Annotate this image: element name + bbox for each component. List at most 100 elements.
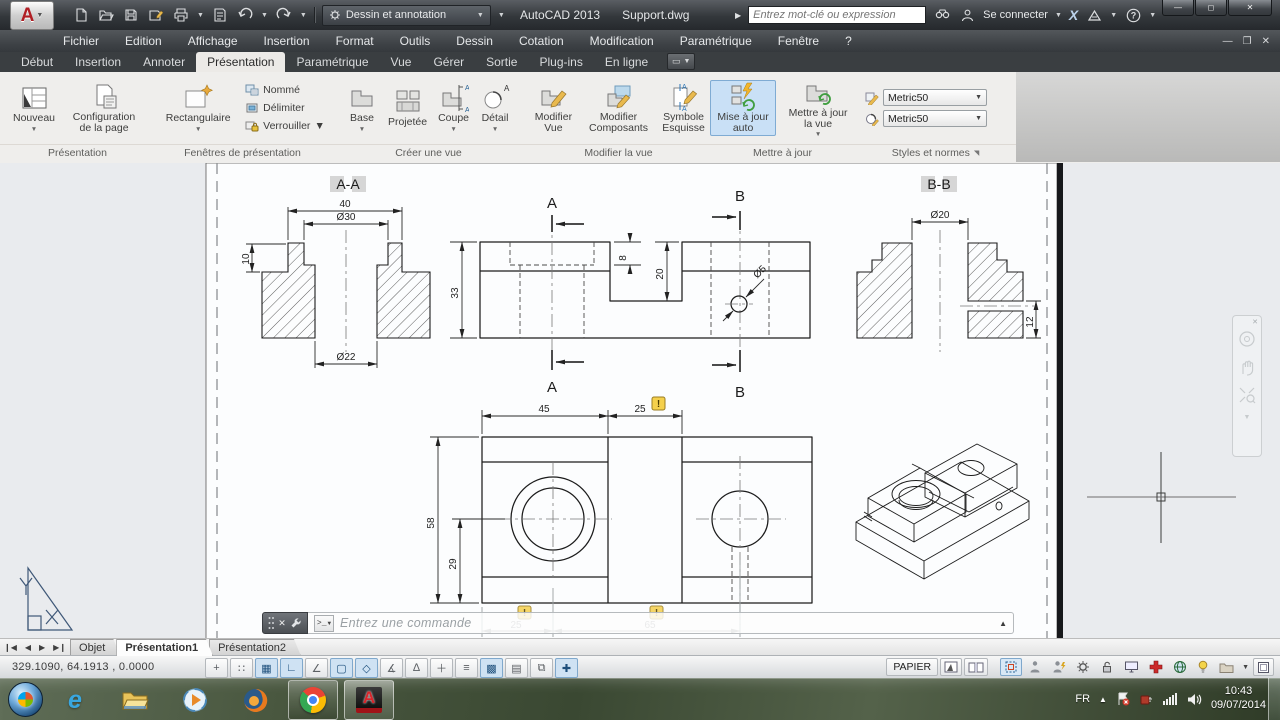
auto-update-button[interactable]: Mise à jour auto xyxy=(710,80,776,137)
start-button[interactable] xyxy=(8,682,43,717)
doc-minimize-button[interactable]: — xyxy=(1223,36,1233,47)
status-menu-icon[interactable]: ▼ xyxy=(1240,664,1251,671)
annotation-autoscale-button[interactable] xyxy=(1048,658,1070,676)
doc-close-button[interactable]: ✕ xyxy=(1262,36,1270,47)
tab-layout1[interactable]: Présentation1 xyxy=(116,639,213,656)
last-layout-icon[interactable]: ▶❙ xyxy=(49,639,70,656)
communication-center-button[interactable] xyxy=(1169,658,1191,676)
otrack-toggle[interactable]: ∡ xyxy=(380,658,403,678)
workspace-switch-button[interactable] xyxy=(1072,658,1094,676)
navigation-bar[interactable]: ✕ ▼ xyxy=(1232,315,1262,457)
chevron-down-icon[interactable]: ▼ xyxy=(197,12,204,19)
chevron-down-icon[interactable]: ▼ xyxy=(1110,12,1117,19)
menu-parametrique[interactable]: Paramétrique xyxy=(667,30,765,52)
prev-layout-icon[interactable]: ◀ xyxy=(21,639,35,656)
osnap-3d-toggle[interactable]: ◇ xyxy=(355,658,378,678)
chevron-down-icon[interactable]: ▼ xyxy=(261,12,268,19)
steering-wheel-icon[interactable] xyxy=(1238,330,1256,348)
qat-overflow-icon[interactable]: ▼ xyxy=(498,12,505,19)
toolbar-lock-button[interactable] xyxy=(1096,658,1118,676)
command-bar-grip[interactable]: ✕ xyxy=(262,612,308,634)
search-icon[interactable] xyxy=(933,6,951,24)
first-layout-icon[interactable]: ❙◀ xyxy=(0,639,21,656)
page-setup-button[interactable]: Configuration de la page xyxy=(63,80,145,137)
polar-toggle[interactable]: ∠ xyxy=(305,658,328,678)
workspace-selector[interactable]: Dessin et annotation ▼ xyxy=(322,5,491,26)
edit-view-button[interactable]: Modifier Vue xyxy=(527,80,580,137)
annotation-visibility-button[interactable] xyxy=(1024,658,1046,676)
view-style-icon[interactable] xyxy=(865,112,879,126)
quick-properties-toggle[interactable]: ▤ xyxy=(505,658,528,678)
show-hidden-icons[interactable]: ▲ xyxy=(1099,695,1107,704)
plot-button[interactable] xyxy=(172,6,190,24)
help-icon[interactable]: ? xyxy=(1124,6,1142,24)
section-view-button[interactable]: AA Coupe▼ xyxy=(435,81,472,134)
drawing-canvas[interactable]: .ol{stroke:#1c1c1c;stroke-width:1.25;fil… xyxy=(0,163,1280,638)
taskbar-firefox[interactable] xyxy=(240,685,270,715)
dynamic-input-toggle[interactable]: ＋ xyxy=(430,658,453,678)
menu-modification[interactable]: Modification xyxy=(577,30,667,52)
symbol-sketch-button[interactable]: AA Symbole Esquisse xyxy=(657,80,710,137)
taskbar-internet-explorer[interactable]: e xyxy=(60,685,90,715)
tab-parametrique[interactable]: Paramétrique xyxy=(285,52,379,72)
tab-plugins[interactable]: Plug-ins xyxy=(528,52,593,72)
base-view-button[interactable]: Base▼ xyxy=(344,81,380,134)
ortho-toggle[interactable]: ∟ xyxy=(280,658,303,678)
lineweight-toggle[interactable]: ≡ xyxy=(455,658,478,678)
pan-hand-icon[interactable] xyxy=(1238,358,1256,376)
projected-view-button[interactable]: Projetée xyxy=(385,85,430,130)
menu-cotation[interactable]: Cotation xyxy=(506,30,577,52)
panel-expand-icon[interactable]: ◥ xyxy=(974,149,979,157)
clip-viewport-button[interactable]: Délimiter xyxy=(243,100,327,117)
print-preview-button[interactable] xyxy=(211,6,229,24)
selection-cycling-toggle[interactable]: ⧉ xyxy=(530,658,553,678)
autodesk-360-icon[interactable] xyxy=(1085,6,1103,24)
zoom-extents-icon[interactable] xyxy=(1238,386,1256,404)
snap-toggle[interactable]: ∷ xyxy=(230,658,253,678)
update-view-button[interactable]: Mettre à jour la vue▼ xyxy=(781,76,855,141)
next-layout-icon[interactable]: ▶ xyxy=(35,639,49,656)
menu-outils[interactable]: Outils xyxy=(387,30,444,52)
command-input[interactable]: >_▼ Entrez une commande ▲ xyxy=(308,612,1014,634)
drawing-folder-button[interactable] xyxy=(1215,658,1238,676)
network-signal-icon[interactable] xyxy=(1162,693,1178,705)
menu-aide[interactable]: ? xyxy=(832,30,865,52)
menu-affichage[interactable]: Affichage xyxy=(175,30,251,52)
exchange-apps-icon[interactable]: X xyxy=(1069,7,1078,23)
tab-annoter[interactable]: Annoter xyxy=(132,52,196,72)
menu-dessin[interactable]: Dessin xyxy=(443,30,506,52)
doc-restore-button[interactable]: ❐ xyxy=(1243,36,1252,47)
sign-in-button[interactable]: Se connecter xyxy=(983,9,1048,21)
tab-enligne[interactable]: En ligne xyxy=(594,52,659,72)
maximize-viewport-button[interactable] xyxy=(1000,658,1022,676)
osnap-toggle[interactable]: ▢ xyxy=(330,658,353,678)
navbar-close-icon[interactable]: ✕ xyxy=(1252,318,1258,326)
command-close-icon[interactable]: ✕ xyxy=(278,618,286,629)
chevron-down-icon[interactable]: ▼ xyxy=(1055,12,1062,19)
quick-view-drawings-button[interactable] xyxy=(964,658,988,676)
new-file-button[interactable] xyxy=(72,6,90,24)
tab-model[interactable]: Objet xyxy=(70,639,120,656)
taskbar-media-player[interactable] xyxy=(180,685,210,715)
taskbar-explorer[interactable] xyxy=(120,685,150,715)
detail-view-button[interactable]: A Détail▼ xyxy=(477,81,513,134)
menu-edition[interactable]: Edition xyxy=(112,30,175,52)
wrench-icon[interactable] xyxy=(290,617,302,629)
warning-icon[interactable]: ! xyxy=(652,397,665,410)
view-style-select[interactable]: Metric50▼ xyxy=(883,110,987,127)
annotation-monitor-toggle[interactable]: ✚ xyxy=(555,658,578,678)
chevron-down-icon[interactable]: ▼ xyxy=(1149,12,1156,19)
infocenter-collapse-icon[interactable]: ▶ xyxy=(735,11,741,20)
tab-gerer[interactable]: Gérer xyxy=(422,52,475,72)
menu-fenetre[interactable]: Fenêtre xyxy=(765,30,832,52)
dim-style-select[interactable]: Metric50▼ xyxy=(883,89,987,106)
clean-screen-monitor-button[interactable] xyxy=(1120,658,1143,676)
language-indicator[interactable]: FR xyxy=(1075,693,1090,705)
dynamic-ucs-toggle[interactable]: ∆ xyxy=(405,658,428,678)
minimize-button[interactable]: — xyxy=(1162,0,1194,16)
show-desktop-button[interactable] xyxy=(1268,678,1280,720)
navbar-more-icon[interactable]: ▼ xyxy=(1244,414,1251,421)
edit-components-button[interactable]: Modifier Composants xyxy=(585,80,652,137)
new-layout-button[interactable]: Nouveau▼ xyxy=(10,81,58,134)
undo-button[interactable] xyxy=(236,6,254,24)
